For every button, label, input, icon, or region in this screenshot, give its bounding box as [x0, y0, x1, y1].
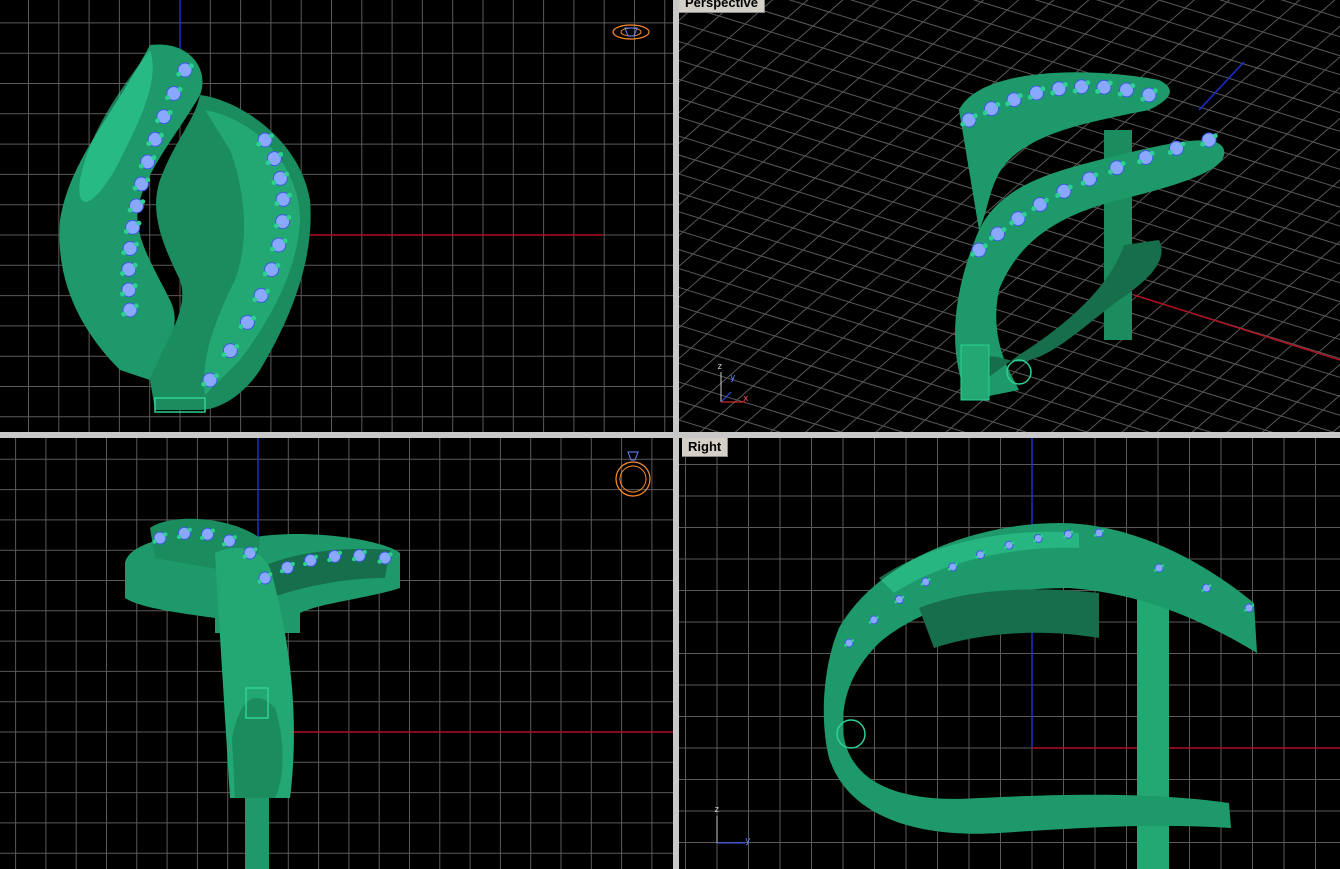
viewport-perspective-canvas[interactable]: [679, 0, 1340, 432]
viewport-right-canvas[interactable]: [679, 438, 1340, 869]
viewport-title[interactable]: Right: [682, 438, 729, 457]
axis-label-z: z: [714, 805, 720, 815]
viewport-front[interactable]: [0, 438, 673, 869]
axis-triad: [716, 816, 745, 844]
grid: [0, 438, 673, 869]
viewport-top-canvas[interactable]: [0, 0, 673, 432]
viewport-right[interactable]: Right z y: [679, 438, 1340, 869]
viewport-perspective[interactable]: Perspective z y x: [679, 0, 1340, 432]
ring-model-front[interactable]: [125, 518, 400, 869]
ring-model-right[interactable]: [823, 523, 1257, 869]
axis-label-y: y: [730, 373, 736, 383]
x-axis-line: [1133, 294, 1340, 361]
axis-label-z: z: [717, 362, 723, 372]
y-axis-line: [1198, 61, 1245, 111]
ring-model-top[interactable]: [59, 44, 311, 413]
axis-label-y: y: [745, 836, 751, 846]
axis-label-x: x: [743, 394, 749, 404]
view-cube-icon[interactable]: [612, 24, 650, 40]
viewport-title[interactable]: Perspective: [679, 0, 765, 13]
viewport-front-canvas[interactable]: [0, 438, 673, 869]
viewport-top[interactable]: [0, 0, 673, 432]
viewport-separator-horizontal[interactable]: [0, 432, 1340, 438]
